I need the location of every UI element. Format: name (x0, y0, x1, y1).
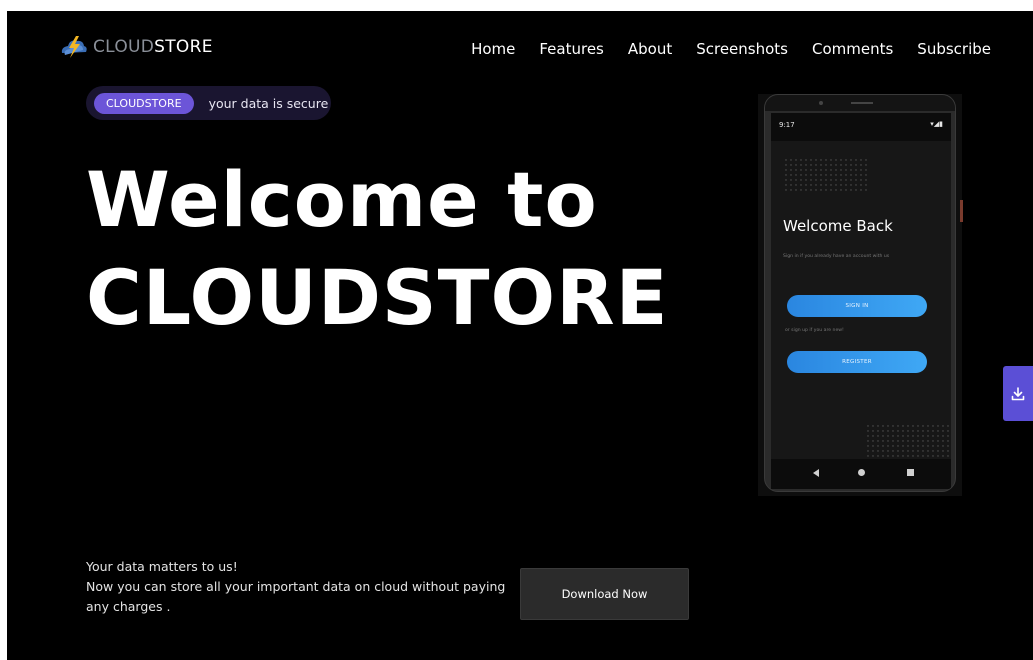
camera-icon (819, 101, 823, 105)
page-viewport: CLOUDSTORE Home Features About Screensho… (7, 11, 1033, 660)
phone-screen: 9:17 ▾◢▮ Welcome Back Sign in if you alr… (771, 113, 951, 489)
tagline-line1: Your data matters to us! (86, 559, 238, 574)
brand-logo[interactable]: CLOUDSTORE (59, 33, 213, 61)
badge-pill: CLOUDSTORE (94, 92, 194, 114)
recent-apps-icon[interactable] (907, 469, 914, 476)
download-now-button[interactable]: Download Now (520, 568, 689, 620)
status-time: 9:17 (779, 121, 795, 129)
dot-grid-icon (785, 159, 867, 193)
back-icon[interactable] (813, 469, 819, 477)
nav-features[interactable]: Features (539, 40, 604, 58)
dot-grid-decoration-bottom (867, 425, 949, 459)
phone-frame: 9:17 ▾◢▮ Welcome Back Sign in if you alr… (764, 94, 956, 492)
dot-grid-icon (867, 425, 949, 459)
app-register-button[interactable]: REGISTER (787, 351, 927, 373)
phone-side-button (960, 200, 963, 222)
main-nav: Home Features About Screenshots Comments… (471, 40, 991, 58)
app-sign-in-button[interactable]: SIGN IN (787, 295, 927, 317)
phone-statusbar: 9:17 ▾◢▮ (771, 113, 951, 141)
status-icons: ▾◢▮ (930, 120, 943, 128)
nav-comments[interactable]: Comments (812, 40, 893, 58)
app-welcome-title: Welcome Back (783, 217, 893, 235)
floating-download-button[interactable] (1003, 366, 1033, 421)
brand-name-cloud: CLOUD (93, 37, 155, 57)
brand-name: CLOUDSTORE (93, 37, 213, 57)
hero-title-line2: CLOUDSTORE (86, 253, 669, 342)
app-register-subtitle: or sign up if you are new! (785, 328, 844, 333)
tagline-copy: Your data matters to us! Now you can sto… (86, 557, 506, 617)
app-welcome-subtitle: Sign in if you already have an account w… (783, 254, 890, 259)
nav-screenshots[interactable]: Screenshots (696, 40, 788, 58)
brand-name-store: STORE (154, 37, 213, 57)
nav-home[interactable]: Home (471, 40, 515, 58)
phone-top-bezel (765, 95, 955, 111)
dot-grid-decoration (785, 159, 867, 193)
nav-subscribe[interactable]: Subscribe (917, 40, 991, 58)
phone-mockup: 9:17 ▾◢▮ Welcome Back Sign in if you alr… (758, 94, 962, 496)
phone-navbar (771, 459, 951, 489)
hero-title: Welcome to CLOUDSTORE (86, 151, 669, 347)
security-badge: CLOUDSTORE your data is secure (86, 86, 331, 120)
badge-text: your data is secure (208, 95, 329, 111)
home-icon[interactable] (858, 469, 865, 476)
hero-title-line1: Welcome to (86, 155, 598, 244)
download-icon (1011, 386, 1025, 400)
speaker-icon (851, 102, 873, 104)
nav-about[interactable]: About (628, 40, 672, 58)
bolt-cloud-icon (61, 36, 87, 58)
tagline-line2: Now you can store all your important dat… (86, 579, 506, 614)
